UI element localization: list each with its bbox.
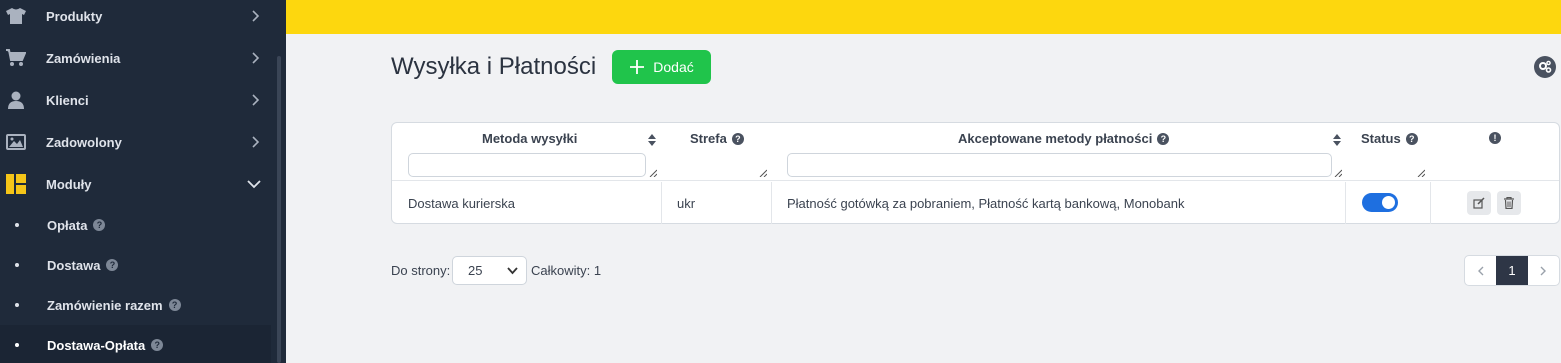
prev-page-button[interactable] — [1465, 256, 1496, 285]
sidebar-subitem-label: Dostawa — [47, 257, 101, 273]
help-icon[interactable]: ? — [93, 219, 106, 231]
sidebar-subitem-dostawa-oplata[interactable]: Dostawa-Opłata ? — [0, 325, 271, 363]
sidebar-item-moduly[interactable]: Moduły — [0, 163, 286, 205]
modules-icon — [6, 174, 26, 194]
resize-handle-icon[interactable] — [649, 169, 657, 177]
sidebar-item-label: Zamówienia — [46, 50, 121, 66]
user-icon — [6, 90, 26, 110]
column-label-wrap: Akceptowane metody płatności ? — [958, 131, 1170, 146]
plus-icon — [630, 60, 645, 74]
edit-button[interactable] — [1467, 191, 1491, 215]
help-icon[interactable]: ? — [168, 299, 181, 311]
edit-icon — [1473, 197, 1485, 209]
sidebar-item-label: Klienci — [46, 92, 89, 108]
sidebar-subitem-zamowienie-razem[interactable]: Zamówienie razem ? — [0, 285, 286, 325]
sidebar-item-produkty[interactable]: Produkty — [0, 0, 286, 37]
column-header-payment-methods: Akceptowane metody płatności ? — [772, 123, 1346, 181]
column-header-status: Status ? — [1346, 123, 1431, 181]
sidebar-subitem-label: Dostawa-Opłata — [47, 337, 146, 353]
help-icon[interactable]: ? — [106, 259, 119, 271]
cell-actions — [1431, 182, 1559, 224]
column-label-wrap: Strefa ? — [690, 131, 744, 146]
bullet-icon — [15, 343, 19, 347]
image-icon — [6, 132, 26, 152]
add-button-label: Dodać — [653, 59, 694, 75]
shipping-table: Metoda wysyłki Strefa ? Akceptowane meto… — [391, 122, 1560, 224]
resize-handle-icon[interactable] — [759, 169, 767, 177]
sidebar-subitem-label: Zamówienie razem — [47, 297, 163, 313]
chevron-right-icon — [1540, 266, 1547, 275]
chevron-left-icon — [1477, 266, 1484, 275]
page-title: Wysyłka i Płatności — [391, 53, 597, 80]
column-header-shipping-method: Metoda wysyłki — [392, 123, 662, 181]
top-bar — [286, 0, 1561, 34]
sort-icon[interactable] — [648, 134, 656, 146]
trash-icon — [1504, 197, 1514, 209]
resize-handle-icon[interactable] — [1334, 169, 1342, 177]
sidebar-subitem-label-wrap: Dostawa ? — [47, 257, 119, 273]
column-label: Strefa — [690, 131, 727, 146]
per-page-select[interactable]: 25 — [452, 256, 527, 285]
per-page-label: Do strony: — [391, 263, 451, 278]
help-icon[interactable]: ? — [151, 339, 164, 351]
status-toggle[interactable] — [1362, 193, 1398, 212]
sort-icon[interactable] — [1333, 134, 1341, 146]
sidebar: Produkty Zamówienia Klienci Zadowolony M… — [0, 0, 286, 363]
filter-input-payment-methods[interactable] — [787, 153, 1332, 177]
chevron-right-icon — [252, 94, 260, 106]
sidebar-subitem-oplata[interactable]: Opłata ? — [0, 205, 286, 245]
chevron-down-icon — [247, 180, 261, 189]
column-header-actions: ! — [1431, 123, 1559, 181]
sidebar-item-klienci[interactable]: Klienci — [0, 79, 286, 121]
resize-handle-icon[interactable] — [1417, 169, 1425, 177]
settings-gear-icon[interactable] — [1534, 56, 1556, 78]
add-button[interactable]: Dodać — [612, 50, 711, 84]
help-icon[interactable]: ? — [1157, 132, 1170, 145]
column-label: Akceptowane metody płatności — [958, 131, 1153, 146]
chevron-right-icon — [252, 52, 260, 64]
sidebar-item-label: Moduły — [46, 176, 92, 192]
delete-button[interactable] — [1497, 191, 1521, 215]
pagination: 1 — [1464, 255, 1560, 286]
sidebar-subitem-dostawa[interactable]: Dostawa ? — [0, 245, 286, 285]
total-count: Całkowity: 1 — [531, 263, 602, 278]
column-label-wrap: Status ? — [1361, 131, 1418, 146]
sidebar-item-zamowienia[interactable]: Zamówienia — [0, 37, 286, 79]
sidebar-subitem-label: Opłata — [47, 217, 88, 233]
cell-zone: ukr — [662, 182, 772, 224]
bullet-icon — [15, 223, 19, 227]
column-label: Status — [1361, 131, 1401, 146]
filter-input-shipping-method[interactable] — [408, 153, 646, 177]
column-label: Metoda wysyłki — [482, 131, 578, 146]
help-icon[interactable]: ? — [1405, 132, 1418, 145]
chevron-down-icon — [507, 267, 518, 275]
chevron-right-icon — [252, 10, 260, 22]
next-page-button[interactable] — [1528, 256, 1559, 285]
chevron-right-icon — [252, 136, 260, 148]
tshirt-icon — [6, 6, 26, 26]
toggle-knob — [1382, 196, 1395, 209]
sidebar-item-label: Produkty — [46, 8, 103, 24]
column-header-zone: Strefa ? — [662, 123, 772, 181]
cell-shipping-method: Dostawa kurierska — [392, 182, 662, 224]
sidebar-item-label: Zadowolony — [46, 134, 122, 150]
sidebar-subitem-label-wrap: Zamówienie razem ? — [47, 298, 181, 313]
sidebar-subitem-label-wrap: Opłata ? — [47, 217, 106, 233]
per-page-value: 25 — [468, 263, 483, 278]
info-icon[interactable]: ! — [1489, 132, 1501, 144]
help-icon[interactable]: ? — [731, 132, 744, 145]
bullet-icon — [15, 263, 19, 267]
cell-payment-methods: Płatność gotówką za pobraniem, Płatność … — [772, 182, 1346, 224]
page-button-current[interactable]: 1 — [1496, 256, 1528, 285]
sidebar-subitem-label-wrap: Dostawa-Opłata ? — [47, 337, 164, 353]
bullet-icon — [15, 303, 19, 307]
sidebar-item-zadowolony[interactable]: Zadowolony — [0, 121, 286, 163]
cart-icon — [6, 48, 26, 68]
